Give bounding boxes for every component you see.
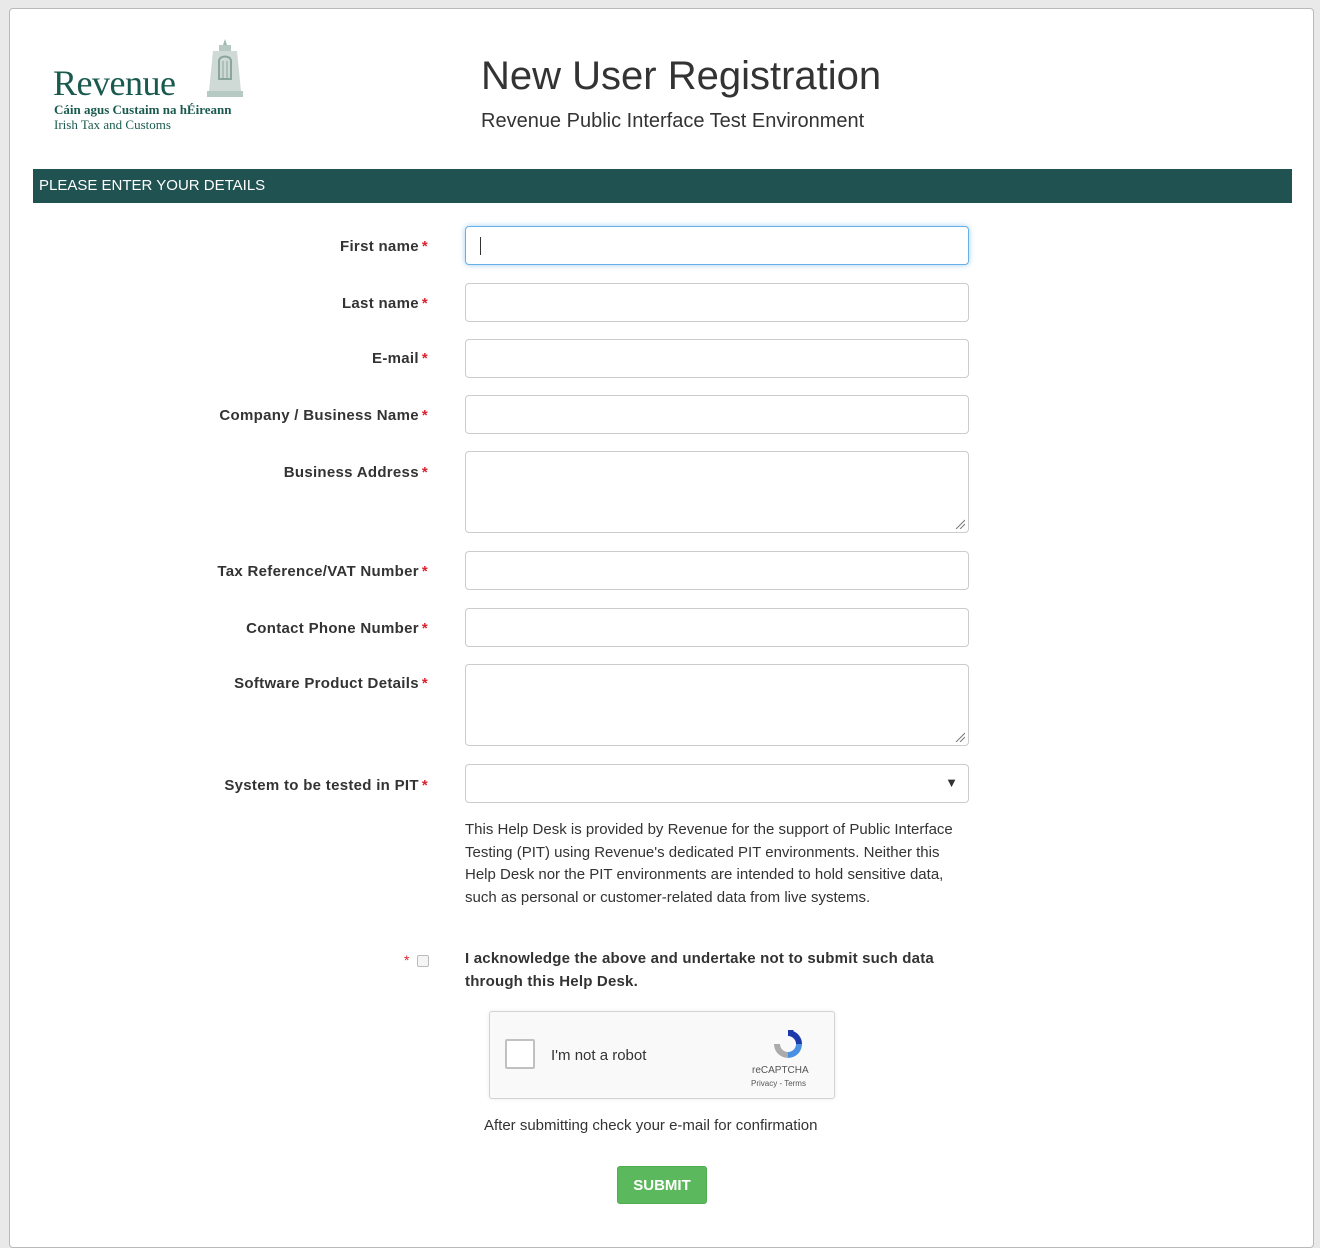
section-heading: PLEASE ENTER YOUR DETAILS [33,169,1292,203]
tax-ref-label: Tax Reference/VAT Number * [217,563,428,580]
text-caret [480,237,481,255]
page-title: New User Registration [481,54,882,98]
help-desk-notice: This Help Desk is provided by Revenue fo… [465,821,953,906]
logo-irish-text: Cáin agus Custaim na hÉireann [54,102,232,117]
page-subtitle: Revenue Public Interface Test Environmen… [481,110,865,132]
software-label: Software Product Details * [234,675,428,692]
phone-input[interactable] [465,608,969,647]
company-label: Company / Business Name * [219,407,428,424]
required-marker: * [404,952,410,968]
address-label: Business Address * [283,464,428,481]
tax-ref-input[interactable] [465,551,969,590]
required-marker: * [421,464,428,481]
required-marker: * [421,238,428,255]
acknowledge-checkbox[interactable] [417,955,429,967]
first-name-label: First name * [340,238,428,255]
recaptcha-checkbox[interactable] [505,1039,535,1069]
submit-button[interactable]: SUBMIT [617,1166,707,1204]
chevron-down-icon: ▼ [945,775,958,790]
recaptcha-widget: I'm not a robot reCAPTCHA Privacy - Term… [489,1011,835,1099]
recaptcha-privacy-terms-link[interactable]: Privacy - Terms [751,1079,806,1088]
phone-label: Contact Phone Number * [246,620,428,637]
registration-panel: Revenue Cáin agus Custaim na hÉireann Ir… [9,8,1314,1248]
revenue-logo: Revenue Cáin agus Custaim na hÉireann Ir… [53,35,263,145]
first-name-input[interactable] [465,226,969,265]
confirmation-note: After submitting check your e-mail for c… [484,1117,818,1134]
logo-english-text: Irish Tax and Customs [54,117,171,132]
required-marker: * [421,777,428,794]
last-name-label: Last name * [341,295,428,312]
resize-grip-icon[interactable] [955,732,965,742]
required-marker: * [421,563,428,580]
email-input[interactable] [465,339,969,378]
acknowledge-label: I acknowledge the above and undertake no… [465,950,934,990]
system-select[interactable]: ▼ [465,764,969,803]
required-marker: * [421,620,428,637]
required-marker: * [421,675,428,692]
software-textarea[interactable] [465,664,969,746]
recaptcha-brand: reCAPTCHA [752,1065,809,1076]
resize-grip-icon[interactable] [955,519,965,529]
recaptcha-label: I'm not a robot [551,1047,647,1064]
required-marker: * [421,350,428,367]
required-marker: * [421,295,428,312]
company-input[interactable] [465,395,969,434]
system-label: System to be tested in PIT * [224,777,428,794]
last-name-input[interactable] [465,283,969,322]
required-marker: * [421,407,428,424]
email-label: E-mail * [372,350,428,367]
recaptcha-icon [774,1030,802,1058]
harp-icon [207,39,243,97]
address-textarea[interactable] [465,451,969,533]
logo-wordmark: Revenue [53,63,176,103]
